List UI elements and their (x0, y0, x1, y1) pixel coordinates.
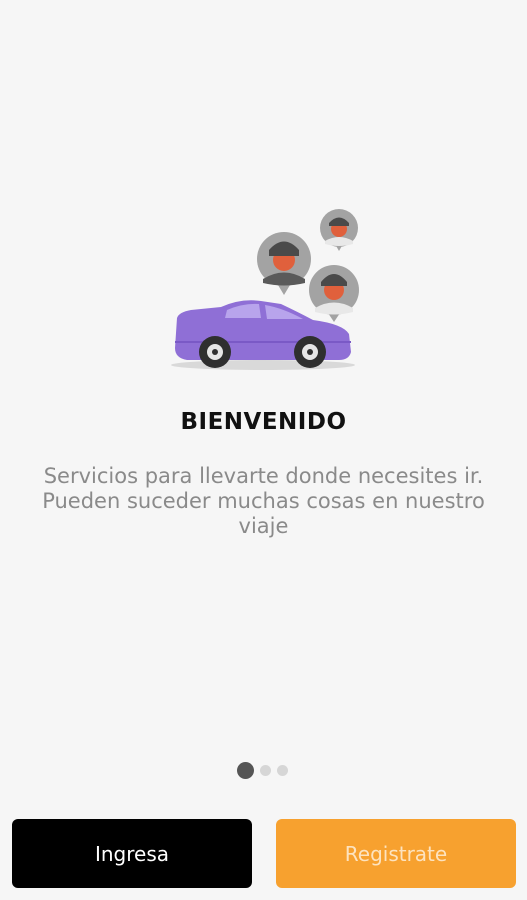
page-dot[interactable] (260, 764, 271, 776)
page-dot[interactable] (277, 764, 288, 776)
car-with-passengers-icon (163, 200, 373, 375)
page-dot-active[interactable] (237, 761, 254, 779)
front-wheel (199, 336, 231, 368)
passenger-avatar-1 (257, 232, 311, 295)
welcome-description: Servicios para llevarte donde necesites … (42, 464, 485, 538)
login-button[interactable]: Ingresa (12, 819, 252, 888)
rear-wheel (294, 336, 326, 368)
register-button[interactable]: Registrate (276, 819, 516, 888)
passenger-avatar-2 (320, 209, 358, 251)
passenger-avatar-3 (309, 265, 359, 322)
welcome-title: BIENVENIDO (180, 409, 347, 435)
car-illustration (171, 209, 359, 370)
page-indicator (237, 761, 288, 779)
